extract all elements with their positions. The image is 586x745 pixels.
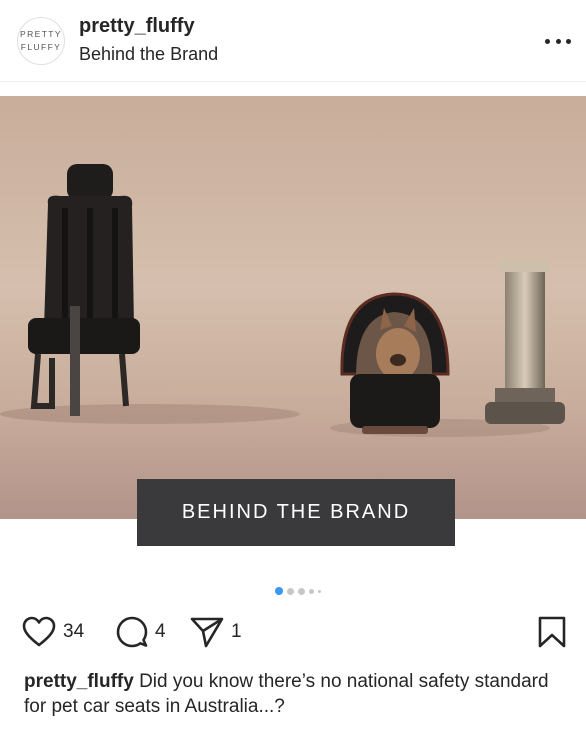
share-count: 1 [231,621,242,642]
avatar-line2: FLUFFY [20,42,62,52]
share-button[interactable]: 1 [190,612,242,652]
comment-button[interactable]: 4 [116,612,166,652]
username[interactable]: pretty_fluffy [79,15,195,38]
carousel-dot [318,589,321,593]
like-count: 34 [63,621,85,642]
comment-icon [116,616,148,648]
post-caption: pretty_fluffy Did you know there’s no na… [24,669,569,719]
comment-count: 4 [155,621,166,642]
carousel-dot [287,587,294,595]
avatar[interactable]: PRETTY FLUFFY [17,17,65,65]
carousel-dot [309,588,314,594]
like-button[interactable]: 34 [22,612,84,652]
pet-carrier-graphic [340,292,450,434]
more-options-icon[interactable] [545,38,571,44]
heart-icon [22,616,56,647]
post-header: PRETTY FLUFFY pretty_fluffy Behind the B… [0,0,586,82]
behind-the-brand-banner: BEHIND THE BRAND [137,479,455,546]
post-subtitle[interactable]: Behind the Brand [79,44,218,65]
avatar-line1: PRETTY [20,29,62,39]
save-button[interactable] [537,612,567,652]
bookmark-icon [538,616,566,648]
carousel-dot [298,587,305,595]
carousel-dot-active [275,587,283,595]
action-bar: 34 4 1 [0,612,586,652]
send-icon [190,617,224,648]
carousel-indicator [275,586,321,596]
post-image[interactable] [0,96,586,519]
column-graphic [485,260,565,424]
studio-scene [0,164,586,519]
car-seat-graphic [28,164,140,416]
caption-username[interactable]: pretty_fluffy [24,671,134,692]
